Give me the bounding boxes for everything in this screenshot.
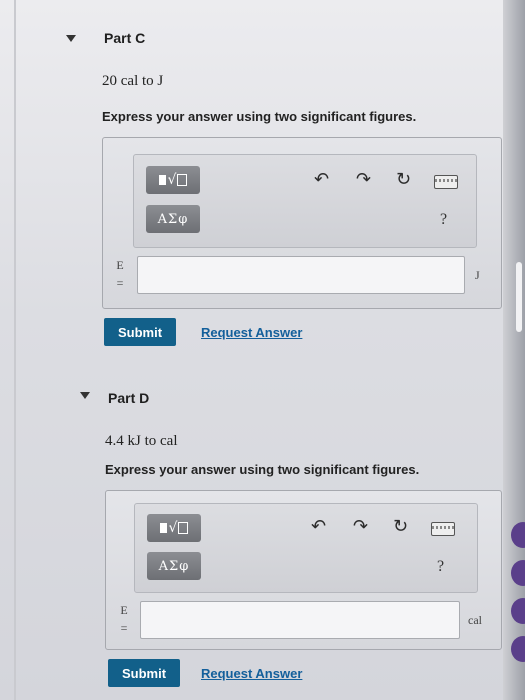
math-toolbar: √ ΑΣφ ↶ ↷ ↻ ?: [134, 503, 478, 593]
variable-label: E: [120, 603, 128, 617]
submit-button[interactable]: Submit: [108, 659, 181, 687]
collapse-caret-icon[interactable]: [66, 35, 76, 42]
answer-input[interactable]: [140, 601, 460, 639]
template-block-icon: [159, 523, 167, 533]
template-box-icon: [177, 174, 188, 186]
undo-icon[interactable]: ↶: [311, 518, 326, 536]
request-answer-link[interactable]: Request Answer: [201, 666, 302, 681]
radical-icon: √: [167, 172, 177, 188]
redo-icon[interactable]: ↷: [353, 518, 368, 536]
answer-panel: √ ΑΣφ ↶ ↷ ↻ ? E = J: [102, 137, 502, 309]
submit-button[interactable]: Submit: [104, 318, 177, 346]
unit-label: J: [475, 268, 480, 282]
math-toolbar: √ ΑΣφ ↶ ↷ ↻ ?: [133, 154, 477, 248]
template-block-icon: [158, 175, 166, 185]
greek-symbols-button[interactable]: ΑΣφ: [146, 205, 200, 233]
keyboard-icon[interactable]: [431, 522, 455, 536]
answer-input[interactable]: [137, 256, 465, 294]
templates-button[interactable]: √: [147, 514, 201, 542]
scrollbar-thumb[interactable]: [516, 262, 522, 332]
left-divider: [14, 0, 16, 700]
redo-icon[interactable]: ↷: [356, 171, 371, 189]
undo-icon[interactable]: ↶: [314, 171, 329, 189]
scrollbar-track[interactable]: [503, 0, 525, 700]
template-box-icon: [178, 522, 189, 534]
greek-label: ΑΣφ: [157, 211, 189, 227]
question-text: 20 cal to J: [102, 73, 164, 89]
instruction-text: Express your answer using two significan…: [102, 109, 417, 124]
part-header[interactable]: Part D: [108, 390, 149, 406]
keyboard-icon[interactable]: [434, 175, 458, 189]
greek-symbols-button[interactable]: ΑΣφ: [147, 552, 201, 580]
greek-label: ΑΣφ: [158, 558, 190, 574]
radical-icon: √: [168, 520, 178, 536]
reset-icon[interactable]: ↻: [393, 518, 408, 536]
answer-panel: √ ΑΣφ ↶ ↷ ↻ ? E = cal: [105, 490, 502, 650]
help-button[interactable]: ?: [440, 211, 447, 229]
equals-sign: =: [116, 276, 124, 290]
equals-sign: =: [120, 621, 128, 635]
templates-button[interactable]: √: [146, 166, 200, 194]
help-button[interactable]: ?: [437, 558, 444, 576]
unit-label: cal: [468, 613, 482, 627]
variable-label: E: [116, 258, 124, 272]
question-text: 4.4 kJ to cal: [105, 433, 178, 449]
reset-icon[interactable]: ↻: [396, 171, 411, 189]
part-header[interactable]: Part C: [104, 30, 145, 46]
request-answer-link[interactable]: Request Answer: [201, 325, 302, 340]
instruction-text: Express your answer using two significan…: [105, 462, 420, 477]
collapse-caret-icon[interactable]: [80, 392, 90, 399]
